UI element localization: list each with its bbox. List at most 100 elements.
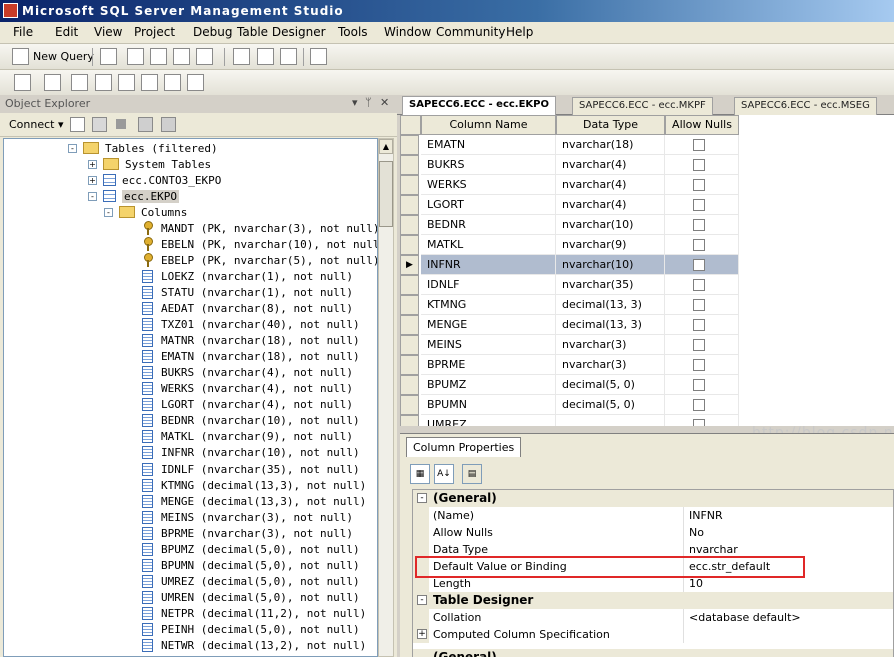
analysis-services-mdx-icon[interactable] — [150, 48, 167, 65]
collapse-icon[interactable]: - — [104, 207, 113, 217]
column-name-cell[interactable]: MENGE — [421, 315, 556, 335]
column-name-cell[interactable]: KTMNG — [421, 295, 556, 315]
column-name-cell[interactable]: WERKS — [421, 175, 556, 195]
collapse-icon[interactable]: - — [68, 143, 77, 153]
designer-row[interactable]: BPRME nvarchar(3) — [400, 355, 739, 375]
print-icon[interactable] — [280, 48, 297, 65]
allow-nulls-checkbox[interactable] — [693, 159, 705, 171]
allow-nulls-checkbox[interactable] — [693, 319, 705, 331]
designer-row[interactable]: BPUMN decimal(5, 0) — [400, 395, 739, 415]
open-file-icon[interactable] — [233, 48, 250, 65]
menu-item-edit[interactable]: Edit — [55, 25, 78, 39]
collapse-icon[interactable]: - — [88, 191, 97, 201]
property-value[interactable]: nvarchar — [689, 543, 738, 556]
allow-nulls-checkbox[interactable] — [693, 259, 705, 271]
data-type-cell[interactable]: nvarchar(3) — [556, 335, 665, 355]
categorized-view-icon[interactable]: ▦ — [410, 464, 430, 484]
data-type-cell[interactable]: nvarchar(10) — [556, 215, 665, 235]
tree-node[interactable]: BEDNR (nvarchar(10), not null) — [142, 413, 360, 429]
column-name-cell[interactable]: BPUMZ — [421, 375, 556, 395]
row-selector[interactable] — [400, 335, 419, 355]
designer-row[interactable]: EMATN nvarchar(18) — [400, 135, 739, 155]
row-selector[interactable] — [400, 135, 419, 155]
tab-ekpo[interactable]: SAPECC6.ECC - ecc.EKPO — [402, 96, 557, 116]
tree-node[interactable]: BPUMN (decimal(5,0), not null) — [142, 557, 360, 573]
designer-row[interactable]: MEINS nvarchar(3) — [400, 335, 739, 355]
row-selector[interactable] — [400, 175, 419, 195]
designer-row[interactable]: KTMNG decimal(13, 3) — [400, 295, 739, 315]
row-selector[interactable] — [400, 195, 419, 215]
allow-nulls-checkbox[interactable] — [693, 339, 705, 351]
property-category[interactable]: (General) — [413, 649, 893, 657]
expand-icon[interactable]: + — [88, 159, 97, 169]
row-selector[interactable] — [400, 375, 419, 395]
data-type-cell[interactable]: nvarchar(4) — [556, 175, 665, 195]
property-value[interactable]: No — [689, 526, 704, 539]
menu-item-project[interactable]: Project — [134, 25, 175, 39]
row-selector[interactable] — [400, 355, 419, 375]
data-type-cell[interactable]: nvarchar(4) — [556, 155, 665, 175]
save-icon[interactable] — [257, 48, 274, 65]
designer-row[interactable]: UMREZ — [400, 415, 739, 426]
tree-node[interactable]: AEDAT (nvarchar(8), not null) — [142, 301, 353, 317]
tree-node[interactable]: BPUMZ (decimal(5,0), not null) — [142, 541, 360, 557]
tree-node[interactable]: + System Tables — [88, 156, 211, 172]
disconnect-icon[interactable] — [92, 117, 107, 132]
menu-item-help[interactable]: Help — [506, 25, 533, 39]
tree-node[interactable]: NETWR (decimal(13,2), not null) — [142, 638, 366, 654]
data-type-cell[interactable]: nvarchar(18) — [556, 135, 665, 155]
collapse-icon[interactable]: - — [417, 493, 427, 503]
tree-node[interactable]: + ecc.CONTO3_EKPO — [88, 172, 221, 188]
tree-node[interactable]: TXZ01 (nvarchar(40), not null) — [142, 317, 360, 333]
column-name-cell[interactable]: BPRME — [421, 355, 556, 375]
tree-node[interactable]: KTMNG (decimal(13,3), not null) — [142, 477, 366, 493]
column-name-cell[interactable]: IDNLF — [421, 275, 556, 295]
refresh-icon[interactable] — [161, 117, 176, 132]
menu-item-debug[interactable]: Debug — [193, 25, 232, 39]
tree-node[interactable]: MANDT (PK, nvarchar(3), not null) — [142, 220, 377, 236]
database-engine-query-icon[interactable] — [127, 48, 144, 65]
data-type-cell[interactable]: nvarchar(4) — [556, 195, 665, 215]
expand-icon[interactable]: + — [417, 629, 427, 639]
activity-monitor-icon[interactable] — [310, 48, 327, 65]
property-category[interactable]: - (General) — [413, 490, 893, 507]
menu-item-window[interactable]: Window — [384, 25, 431, 39]
column-name-cell[interactable]: BPUMN — [421, 395, 556, 415]
tree-node[interactable]: MATKL (nvarchar(9), not null) — [142, 429, 353, 445]
tree-node[interactable]: EBELP (PK, nvarchar(5), not null) — [142, 252, 377, 268]
allow-nulls-checkbox[interactable] — [693, 279, 705, 291]
tab-mseg[interactable]: SAPECC6.ECC - ecc.MSEG — [734, 97, 877, 115]
tree-node[interactable]: LOEKZ (nvarchar(1), not null) — [142, 268, 353, 284]
property-pages-icon[interactable]: ▤ — [462, 464, 482, 484]
tree-node[interactable]: LGORT (nvarchar(4), not null) — [142, 397, 353, 413]
data-type-cell[interactable]: decimal(13, 3) — [556, 295, 665, 315]
column-name-cell[interactable]: BUKRS — [421, 155, 556, 175]
tree-node[interactable]: STATU (nvarchar(1), not null) — [142, 284, 353, 300]
connect-dropdown[interactable]: Connect ▾ — [9, 118, 64, 131]
property-value[interactable]: 10 — [689, 577, 703, 590]
column-name-cell[interactable]: EMATN — [421, 135, 556, 155]
analysis-services-xmla-icon[interactable] — [196, 48, 213, 65]
close-panel-icon[interactable]: ✕ — [380, 96, 389, 109]
allow-nulls-checkbox[interactable] — [693, 179, 705, 191]
menu-item-tools[interactable]: Tools — [338, 25, 368, 39]
tree-node[interactable]: MATNR (nvarchar(18), not null) — [142, 333, 360, 349]
column-name-cell[interactable]: MATKL — [421, 235, 556, 255]
allow-nulls-checkbox[interactable] — [693, 199, 705, 211]
designer-row[interactable]: BUKRS nvarchar(4) — [400, 155, 739, 175]
row-selector[interactable] — [400, 155, 419, 175]
tree-node[interactable]: - Tables (filtered) — [68, 140, 218, 156]
tree-node[interactable]: EBELN (PK, nvarchar(10), not null) — [142, 236, 377, 252]
designer-row[interactable]: MATKL nvarchar(9) — [400, 235, 739, 255]
designer-row[interactable]: MENGE decimal(13, 3) — [400, 315, 739, 335]
property-category[interactable]: - Table Designer — [413, 592, 893, 609]
generate-change-script-icon[interactable] — [187, 74, 204, 91]
tree-node[interactable]: INFNR (nvarchar(10), not null) — [142, 445, 360, 461]
tree-node[interactable]: MENGE (decimal(13,3), not null) — [142, 493, 366, 509]
column-name-cell[interactable]: UMREZ — [421, 415, 556, 426]
filter-icon[interactable] — [138, 117, 153, 132]
allow-nulls-checkbox[interactable] — [693, 379, 705, 391]
tree-node[interactable]: - ecc.EKPO — [88, 188, 179, 204]
column-properties-tab[interactable]: Column Properties — [406, 437, 522, 457]
new-query-button[interactable]: New Query — [33, 50, 94, 63]
